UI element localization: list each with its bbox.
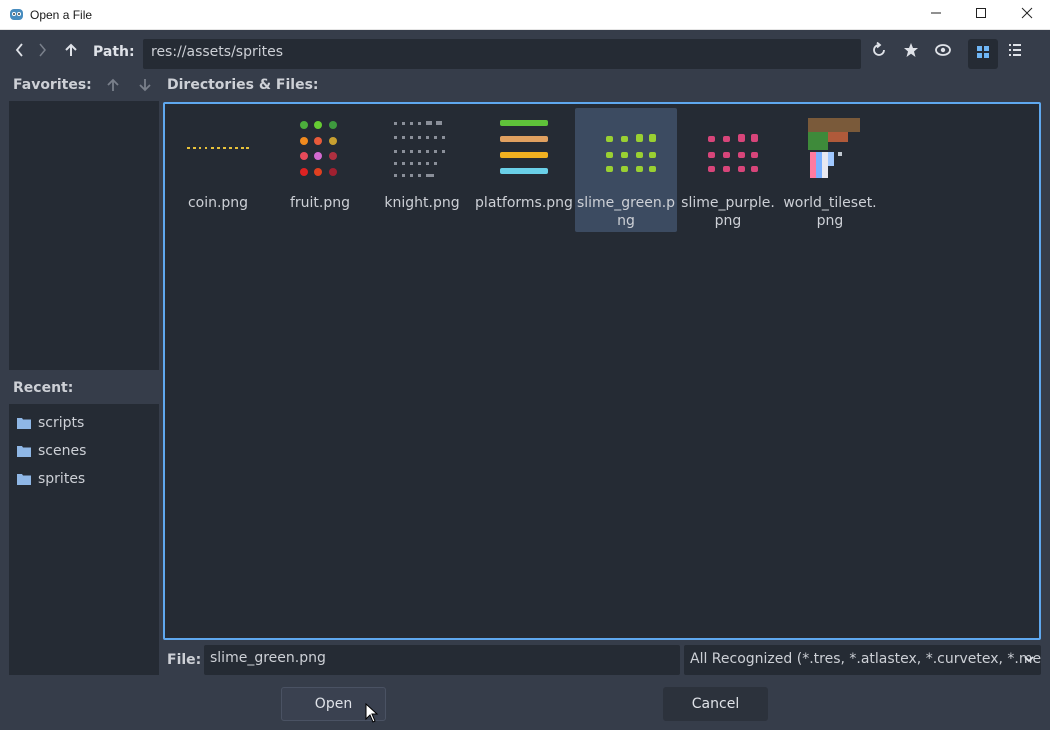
file-name: slime_green.png	[576, 195, 676, 229]
chevron-down-icon	[1023, 653, 1035, 669]
slime-purple-thumbnail	[708, 134, 758, 172]
file-name: fruit.png	[289, 195, 351, 211]
file-name: world_tileset.png	[783, 195, 877, 229]
recent-item-scenes[interactable]: scenes	[17, 440, 86, 462]
knight-thumbnail	[394, 121, 445, 177]
up-icon[interactable]	[61, 40, 81, 60]
maximize-icon	[975, 7, 987, 23]
recent-item-sprites[interactable]: sprites	[17, 468, 85, 490]
file-item-world-tileset[interactable]: world_tileset.png	[779, 108, 881, 232]
fruit-thumbnail	[300, 121, 337, 176]
cancel-button[interactable]: Cancel	[663, 687, 768, 721]
godot-icon	[9, 7, 24, 22]
recent-item-scripts[interactable]: scripts	[17, 412, 84, 434]
path-input[interactable]: res://assets/sprites	[143, 39, 861, 69]
slime-green-thumbnail	[606, 134, 656, 172]
close-button[interactable]	[1004, 0, 1050, 30]
window-title: Open a File	[30, 7, 93, 22]
minimize-button[interactable]	[913, 0, 959, 30]
favorites-list[interactable]	[9, 101, 159, 370]
file-name: slime_purple.png	[681, 195, 775, 229]
path-toolbar: Path: res://assets/sprites	[0, 30, 1050, 70]
move-up-icon[interactable]	[103, 75, 123, 95]
file-item-coin[interactable]: coin.png	[167, 108, 269, 232]
world-tileset-thumbnail	[808, 118, 860, 178]
file-name-input[interactable]: slime_green.png	[204, 645, 680, 675]
minimize-icon	[930, 7, 942, 23]
file-item-slime-green[interactable]: slime_green.png	[575, 108, 677, 232]
grid-view-button[interactable]	[968, 39, 998, 69]
grid-view-icon	[976, 45, 990, 63]
platforms-thumbnail	[500, 120, 548, 174]
favorites-label: Favorites:	[13, 77, 92, 93]
folder-icon	[17, 474, 31, 485]
file-name: platforms.png	[475, 195, 573, 211]
folder-icon	[17, 446, 31, 457]
close-icon	[1021, 7, 1033, 23]
recent-item-label: sprites	[38, 471, 86, 487]
file-label: File:	[167, 652, 202, 668]
back-icon[interactable]	[9, 40, 29, 60]
file-name: knight.png	[384, 195, 460, 211]
filter-select-value: All Recognized (*.tres, *.atlastex, *.cu…	[690, 651, 1041, 667]
forward-icon[interactable]	[33, 40, 53, 60]
maximize-button[interactable]	[958, 0, 1004, 30]
list-view-icon[interactable]	[1005, 40, 1025, 60]
coin-thumbnail	[187, 147, 249, 149]
refresh-icon[interactable]	[869, 40, 889, 60]
recent-item-label: scripts	[38, 415, 85, 431]
file-item-knight[interactable]: knight.png	[371, 108, 473, 232]
recent-item-label: scenes	[38, 443, 87, 459]
filter-select[interactable]: All Recognized (*.tres, *.atlastex, *.cu…	[684, 645, 1041, 675]
show-hidden-icon[interactable]	[933, 40, 953, 60]
file-item-slime-purple[interactable]: slime_purple.png	[677, 108, 779, 232]
recent-list: scripts scenes sprites	[9, 404, 159, 675]
directories-label: Directories & Files:	[167, 77, 319, 93]
file-grid[interactable]: coin.png fruit.png knight.png platforms.	[163, 102, 1041, 640]
favorite-icon[interactable]	[901, 40, 921, 60]
file-item-fruit[interactable]: fruit.png	[269, 108, 371, 232]
file-item-platforms[interactable]: platforms.png	[473, 108, 575, 232]
recent-label: Recent:	[13, 380, 74, 396]
folder-icon	[17, 418, 31, 429]
title-bar: Open a File	[0, 0, 1050, 30]
path-label: Path:	[93, 44, 135, 60]
file-name: coin.png	[187, 195, 249, 211]
move-down-icon[interactable]	[135, 75, 155, 95]
mouse-cursor-icon	[365, 702, 379, 727]
